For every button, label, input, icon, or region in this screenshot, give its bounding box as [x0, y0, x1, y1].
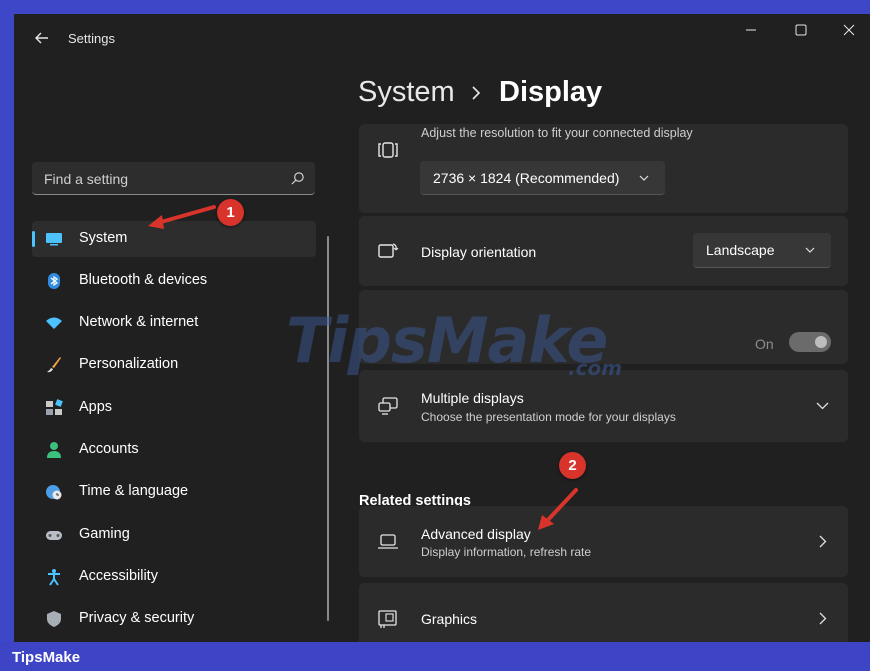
orientation-value: Landscape [706, 242, 775, 258]
close-icon[interactable] [839, 20, 859, 40]
resolution-description: Adjust the resolution to fit your connec… [421, 126, 693, 140]
monitor-icon [46, 233, 62, 246]
toggle-state-label: On [755, 336, 774, 352]
sidebar-item-label: System [79, 230, 128, 246]
annotation-badge-2: 2 [559, 452, 586, 479]
wifi-icon [46, 317, 62, 329]
footer-brand: TipsMake [12, 649, 81, 666]
sidebar-item-label: Apps [79, 399, 113, 415]
sidebar-item-label: Accessibility [79, 568, 158, 584]
sidebar-item-bluetooth[interactable]: Bluetooth & devices [32, 263, 316, 299]
sidebar-item-label: Gaming [79, 526, 130, 542]
advanced-display-description: Display information, refresh rate [421, 545, 592, 559]
orientation-dropdown[interactable]: Landscape [693, 233, 831, 268]
brush-icon [47, 357, 61, 373]
sidebar-item-time-language[interactable]: Time & language [32, 474, 316, 510]
gamepad-icon [46, 531, 62, 540]
resolution-value: 2736 × 1824 (Recommended) [433, 170, 620, 186]
breadcrumb-chevron-icon [472, 86, 481, 100]
sidebar-item-label: Network & internet [79, 314, 199, 330]
maximize-icon[interactable] [791, 20, 811, 40]
minimize-icon[interactable] [741, 20, 761, 40]
sidebar-item-accounts[interactable]: Accounts [32, 432, 316, 468]
graphics-card[interactable]: Graphics [359, 583, 848, 642]
laptop-icon [378, 534, 398, 549]
page-title: Display [499, 76, 603, 108]
app-title: Settings [68, 31, 115, 46]
multiple-displays-description: Choose the presentation mode for your di… [421, 410, 676, 424]
footer-band [0, 642, 870, 671]
search-input[interactable]: Find a setting [32, 162, 315, 195]
resolution-icon [378, 142, 398, 158]
watermark-text: TipsMake [286, 304, 608, 377]
orientation-icon [378, 243, 399, 258]
graphics-card-icon [378, 610, 397, 628]
shield-icon [47, 611, 61, 627]
sidebar-item-label: Privacy & security [79, 610, 195, 626]
sidebar-item-network[interactable]: Network & internet [32, 305, 316, 341]
chevron-right-icon [819, 535, 827, 548]
sidebar-item-apps[interactable]: Apps [32, 390, 316, 426]
search-placeholder: Find a setting [44, 171, 129, 187]
watermark-suffix: .com [568, 356, 623, 380]
chevron-down-icon [639, 175, 649, 181]
annotation-badge-1: 1 [217, 199, 244, 226]
globe-clock-icon [46, 485, 62, 500]
apps-icon [46, 399, 63, 415]
selection-indicator [32, 231, 35, 247]
multiple-displays-title: Multiple displays [421, 390, 524, 406]
chevron-right-icon [819, 612, 827, 625]
sidebar-item-personalization[interactable]: Personalization [32, 347, 316, 383]
toggle-knob [815, 336, 827, 348]
advanced-display-card[interactable]: Advanced display Display information, re… [359, 506, 848, 577]
sidebar-item-accessibility[interactable]: Accessibility [32, 559, 316, 595]
breadcrumb-parent[interactable]: System [358, 76, 455, 109]
settings-window: Settings Find a setting System Bluetooth… [14, 14, 870, 642]
person-icon [47, 442, 61, 458]
sidebar-item-label: Time & language [79, 483, 189, 499]
bluetooth-icon [48, 273, 60, 289]
annotation-arrow-1 [148, 205, 216, 229]
sidebar-scrollbar[interactable] [327, 236, 329, 621]
sidebar-item-gaming[interactable]: Gaming [32, 517, 316, 553]
orientation-title: Display orientation [421, 244, 537, 260]
resolution-dropdown[interactable]: 2736 × 1824 (Recommended) [420, 161, 665, 195]
chevron-down-icon [816, 402, 829, 410]
graphics-title: Graphics [421, 611, 478, 627]
back-arrow-icon[interactable] [32, 28, 52, 48]
sidebar-item-label: Personalization [79, 356, 179, 372]
accessibility-icon [48, 569, 60, 586]
sidebar-item-label: Accounts [79, 441, 139, 457]
toggle-switch[interactable] [789, 332, 831, 352]
search-icon[interactable] [290, 171, 305, 186]
advanced-display-title: Advanced display [421, 526, 531, 542]
display-orientation-card: Display orientation Landscape [359, 216, 848, 286]
resolution-card: Adjust the resolution to fit your connec… [359, 124, 848, 213]
sidebar-item-privacy[interactable]: Privacy & security [32, 601, 316, 637]
multiple-displays-icon [378, 397, 398, 415]
chevron-down-icon [805, 247, 815, 253]
sidebar-item-label: Bluetooth & devices [79, 272, 208, 288]
multiple-displays-card[interactable]: Multiple displays Choose the presentatio… [359, 370, 848, 442]
annotation-arrow-2 [538, 488, 578, 530]
